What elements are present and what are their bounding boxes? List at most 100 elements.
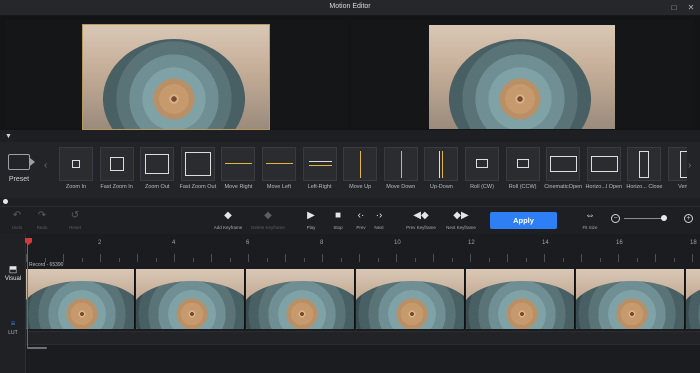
preview-slider[interactable]: [0, 198, 700, 206]
preset-item[interactable]: Fast Zoom Out: [179, 147, 217, 193]
ruler-tick: [100, 254, 101, 262]
timeline-scrollbar[interactable]: [27, 347, 47, 349]
preset-thumbnail: [505, 147, 540, 181]
zoom-out-icon[interactable]: −: [611, 214, 620, 223]
delete-keyframe-icon: ◆: [264, 210, 272, 221]
preset-thumbnail: [465, 147, 499, 181]
preset-thumbnail: [627, 147, 662, 181]
next-button[interactable]: ·› Next: [364, 210, 394, 230]
visual-track-label[interactable]: ⬒ Visual: [0, 264, 26, 282]
ruler-tick: [692, 254, 693, 262]
play-icon: ▶: [307, 210, 315, 221]
preset-item[interactable]: Zoom Out: [138, 147, 176, 193]
apply-button[interactable]: Apply: [490, 212, 557, 229]
video-clip[interactable]: Record - 65390: [26, 262, 700, 330]
playhead[interactable]: [27, 238, 28, 348]
delete-keyframe-button[interactable]: ◆ Delete Keyframe: [249, 210, 287, 230]
ruler-tick: [63, 254, 64, 262]
preset-label: Zoom In: [65, 184, 87, 190]
slider-handle[interactable]: [3, 199, 8, 204]
lut-lane[interactable]: [26, 331, 700, 345]
preset-label: Move Down: [386, 184, 416, 190]
preset-item[interactable]: Fast Zoom In: [98, 147, 136, 193]
preset-item[interactable]: Horizo...l Open: [585, 147, 623, 193]
preset-thumbnail: [668, 147, 687, 181]
ruler-label: 16: [616, 240, 623, 246]
preset-item[interactable]: Up-Down: [422, 147, 460, 193]
preset-button[interactable]: Preset: [3, 152, 35, 192]
clip-thumbnail: [246, 269, 355, 329]
time-ruler[interactable]: 2 4 6 8 10 12 14 16 18: [26, 238, 700, 262]
clip-thumbnail: [356, 269, 465, 329]
zoom-in-icon[interactable]: +: [684, 214, 693, 223]
ruler-tick: [248, 254, 249, 262]
preset-thumbnail: [180, 147, 215, 181]
fit-size-icon: ⇔: [585, 210, 595, 221]
preset-thumbnail: [383, 147, 418, 181]
next-icon: ·›: [375, 210, 383, 221]
next-keyframe-button[interactable]: ◆▶ Next Keyframe: [443, 210, 479, 230]
clip-thumbnail: [576, 269, 685, 329]
preset-thumbnail: [302, 147, 337, 181]
preset-item[interactable]: Move Left: [260, 147, 298, 193]
preset-thumbnail: [262, 147, 296, 181]
maximize-icon[interactable]: □: [669, 3, 679, 13]
lut-track-label[interactable]: ≡ LUT: [0, 319, 26, 336]
preset-label: Roll (CW): [470, 184, 494, 190]
preset-label: Left-Right: [307, 184, 332, 190]
ruler-tick: [174, 254, 175, 262]
add-keyframe-button[interactable]: ◆ Add Keyframe: [211, 210, 245, 230]
preset-item[interactable]: Zoom In: [57, 147, 95, 193]
preset-label: Preset: [8, 176, 30, 183]
preset-item[interactable]: Horizo... Close: [625, 147, 663, 193]
ruler-tick: [618, 254, 619, 262]
preset-thumbnail: [586, 147, 621, 181]
preset-label: Move Left: [266, 184, 292, 190]
ruler-label: 8: [320, 240, 324, 246]
preset-item[interactable]: Move Right: [219, 147, 257, 193]
clip-thumbnail: [136, 269, 245, 329]
preset-label: Vertic: [678, 184, 687, 190]
preset-item[interactable]: Roll (CCW): [504, 147, 542, 193]
preset-item[interactable]: Roll (CW): [463, 147, 501, 193]
ruler-label: 6: [246, 240, 250, 246]
ruler-tick: [396, 254, 397, 262]
camera-icon: [8, 154, 35, 170]
ruler-tick: [470, 254, 471, 262]
scroll-left-icon[interactable]: ‹: [44, 160, 47, 171]
preset-label: Move Up: [349, 184, 372, 190]
preset-label: Fast Zoom Out: [179, 184, 217, 190]
fit-size-button[interactable]: ⇔ Fit Size: [575, 210, 605, 230]
preset-label: Fast Zoom In: [100, 184, 133, 190]
preset-label: Roll (CCW): [508, 184, 537, 190]
ruler-tick: [137, 254, 138, 262]
clip-name: Record - 65390: [29, 262, 64, 268]
visual-track-icon: ⬒: [8, 264, 18, 274]
preset-item[interactable]: Left-Right: [301, 147, 339, 193]
scroll-right-icon[interactable]: ›: [688, 160, 691, 171]
zoom-slider[interactable]: [624, 218, 666, 219]
preset-item[interactable]: Move Down: [382, 147, 420, 193]
preset-item[interactable]: Move Up: [341, 147, 379, 193]
ruler-tick: [322, 254, 323, 262]
preset-item[interactable]: Vertic: [666, 147, 687, 193]
ruler-label: 2: [98, 240, 102, 246]
play-button[interactable]: ▶ Play: [296, 210, 326, 230]
ruler-tick: [581, 254, 582, 262]
preset-thumbnail: [59, 147, 93, 181]
preset-thumbnail: [424, 147, 459, 181]
collapse-presets-icon[interactable]: ▼: [5, 133, 12, 140]
reset-button[interactable]: ↺ Reset: [60, 210, 90, 230]
source-frame[interactable]: [82, 24, 270, 130]
zoom-slider-handle[interactable]: [661, 215, 667, 221]
reset-icon: ↺: [70, 210, 80, 221]
prev-keyframe-button[interactable]: ◀◆ Prev Keyframe: [403, 210, 439, 230]
redo-button[interactable]: ↷ Redo: [27, 210, 57, 230]
prev-keyframe-icon: ◀◆: [413, 210, 429, 221]
preview-area: [0, 16, 700, 130]
preset-thumbnail: [546, 147, 581, 181]
ruler-label: 18: [690, 240, 697, 246]
presets-bar: Preset ‹ Zoom In Fast Zoom In Zoom Out Fast…: [0, 142, 700, 198]
preset-item[interactable]: CinematicOpen: [544, 147, 582, 193]
close-icon[interactable]: ✕: [686, 3, 696, 13]
